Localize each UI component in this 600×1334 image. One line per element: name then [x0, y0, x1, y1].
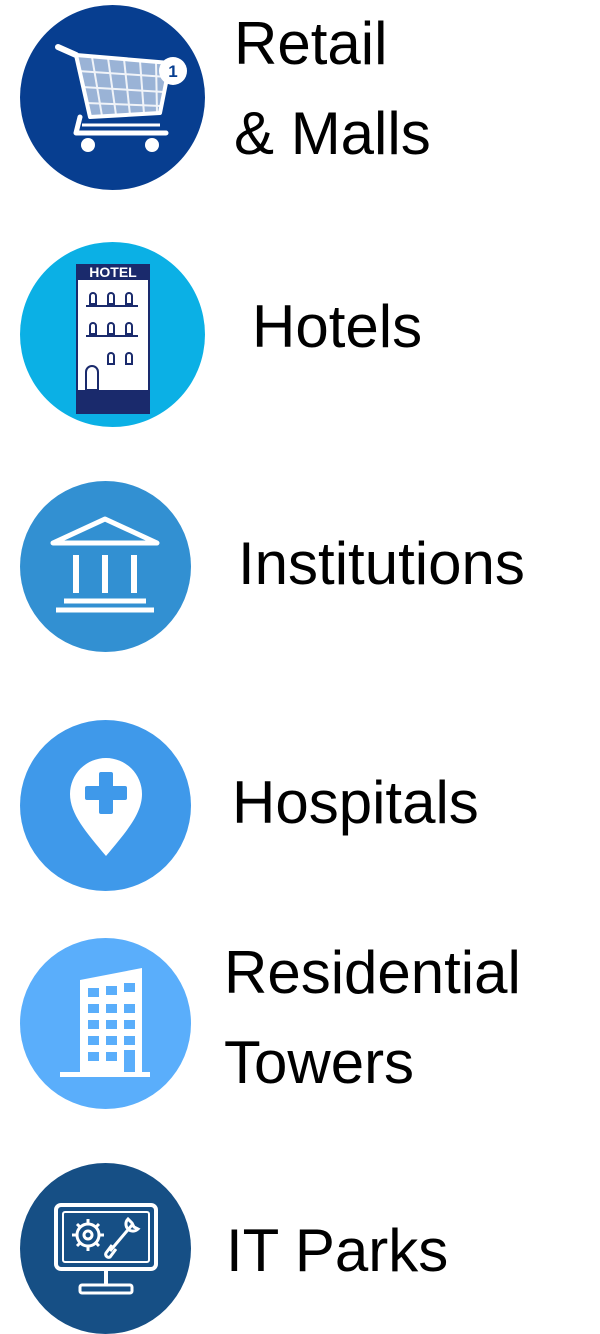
cart-badge-count: 1: [168, 62, 177, 81]
sector-label-residential: Residential Towers: [224, 943, 521, 1093]
residential-icon-circle: [20, 938, 191, 1109]
hospitals-icon-circle: [20, 720, 191, 891]
residential-tower-icon: [60, 968, 150, 1077]
label-line-1: Retail: [234, 10, 388, 77]
it-parks-icon-circle: [20, 1163, 191, 1334]
label-line-2: & Malls: [234, 100, 431, 167]
sector-label-hotels: Hotels: [252, 297, 422, 357]
sector-label-retail: Retail & Malls: [234, 14, 431, 164]
hotel-sign-text: HOTEL: [89, 264, 137, 280]
label-line-2: Towers: [224, 1029, 415, 1096]
sector-label-hospitals: Hospitals: [232, 773, 479, 833]
institution-building-icon: [50, 516, 160, 613]
hotel-building-icon: HOTEL: [76, 264, 150, 414]
shopping-cart-icon: 1: [55, 44, 187, 152]
sector-label-institutions: Institutions: [238, 534, 525, 594]
label-line-1: Institutions: [238, 530, 525, 597]
institutions-icon-circle: [20, 481, 191, 652]
sector-label-it-parks: IT Parks: [226, 1221, 448, 1281]
hotels-icon-circle: HOTEL: [20, 242, 205, 427]
computer-settings-icon: [54, 1203, 158, 1295]
hospital-location-pin-icon: [70, 758, 142, 856]
label-line-1: Residential: [224, 939, 521, 1006]
retail-icon-circle: 1: [20, 5, 205, 190]
label-line-1: IT Parks: [226, 1217, 449, 1284]
label-line-1: Hospitals: [232, 769, 479, 836]
label-line-1: Hotels: [252, 293, 423, 360]
